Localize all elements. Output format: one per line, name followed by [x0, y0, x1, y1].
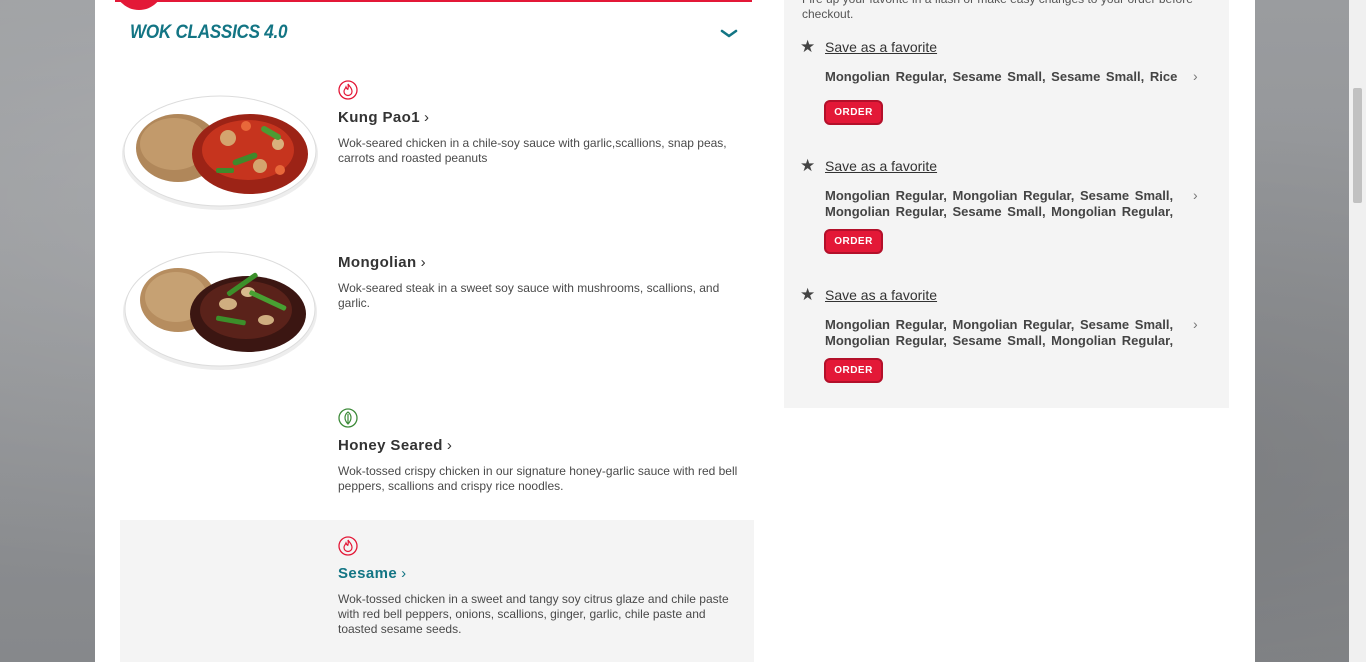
page-content: WOK CLASSICS 4.0 Kung Pao1 › Wok-seared …: [95, 0, 1255, 662]
spicy-flame-icon: [338, 536, 358, 556]
dish-name-link[interactable]: Mongolian ›: [338, 254, 426, 271]
dish-image-kung-pao[interactable]: [120, 86, 325, 216]
favorite-items: Mongolian Regular, Sesame Small, Sesame …: [825, 69, 1178, 84]
order-button[interactable]: ORDER: [824, 100, 883, 125]
chevron-right-icon: ›: [446, 437, 453, 454]
favorite-items: Mongolian Regular, Mongolian Regular, Se…: [825, 188, 1174, 219]
chevron-right-icon[interactable]: ›: [1193, 68, 1198, 84]
chevron-right-icon: ›: [401, 565, 407, 582]
menu-item-honey-seared[interactable]: Honey Seared › Wok-tossed crispy chicken …: [120, 398, 754, 510]
leaf-icon: [338, 408, 358, 428]
dish-description: Wok-tossed crispy chicken in our signatu…: [338, 464, 738, 493]
top-red-divider: [115, 0, 752, 2]
save-favorite-link[interactable]: Save as a favorite: [825, 158, 937, 174]
dish-name-text: Honey Seared: [338, 437, 443, 454]
favorite-order: ★ Save as a favorite Mongolian Regular, …: [800, 157, 1210, 257]
vertical-scrollbar[interactable]: [1349, 0, 1366, 662]
menu-item-kung-pao[interactable]: Kung Pao1 › Wok-seared chicken in a chile…: [120, 76, 754, 221]
star-icon[interactable]: ★: [800, 157, 815, 174]
star-icon[interactable]: ★: [800, 38, 815, 55]
dish-description: Wok-seared steak in a sweet soy sauce wi…: [338, 281, 720, 310]
favorite-order: ★ Save as a favorite Mongolian Regular, …: [800, 38, 1210, 128]
favorites-panel: Fire up your favorite in a flash or make…: [784, 0, 1229, 408]
chevron-down-icon[interactable]: [719, 24, 739, 44]
scrollbar-thumb[interactable]: [1353, 88, 1362, 203]
menu-item-sesame[interactable]: Sesame › Wok-tossed chicken in a sweet an…: [120, 520, 754, 662]
dish-image-mongolian[interactable]: [120, 242, 325, 372]
star-icon[interactable]: ★: [800, 286, 815, 303]
order-button[interactable]: ORDER: [824, 229, 883, 254]
save-favorite-link[interactable]: Save as a favorite: [825, 287, 937, 303]
panel-intro-text: Fire up your favorite in a flash or make…: [802, 0, 1193, 21]
dish-name-text: Kung Pao1: [338, 109, 420, 126]
menu-item-mongolian[interactable]: Mongolian › Wok-seared steak in a sweet s…: [120, 232, 754, 382]
favorite-items: Mongolian Regular, Mongolian Regular, Se…: [825, 317, 1174, 348]
chevron-right-icon: ›: [420, 254, 426, 271]
chevron-right-icon: ›: [423, 109, 430, 126]
dish-name-text: Sesame: [338, 565, 398, 582]
save-favorite-link[interactable]: Save as a favorite: [825, 39, 937, 55]
favorite-order: ★ Save as a favorite Mongolian Regular, …: [800, 286, 1210, 386]
dish-name-link[interactable]: Honey Seared ›: [338, 437, 452, 454]
chevron-right-icon[interactable]: ›: [1193, 316, 1198, 332]
dish-name-link[interactable]: Kung Pao1 ›: [338, 109, 429, 126]
dish-description: Wok-tossed chicken in a sweet and tangy …: [338, 592, 729, 636]
dish-name-link[interactable]: Sesame ›: [338, 565, 407, 582]
section-title: WOK CLASSICS 4.0: [130, 22, 288, 43]
chevron-right-icon[interactable]: ›: [1193, 187, 1198, 203]
dish-name-text: Mongolian: [338, 254, 417, 271]
spicy-flame-icon: [338, 80, 358, 100]
dish-description: Wok-seared chicken in a chile-soy sauce …: [338, 136, 727, 165]
order-button[interactable]: ORDER: [824, 358, 883, 383]
